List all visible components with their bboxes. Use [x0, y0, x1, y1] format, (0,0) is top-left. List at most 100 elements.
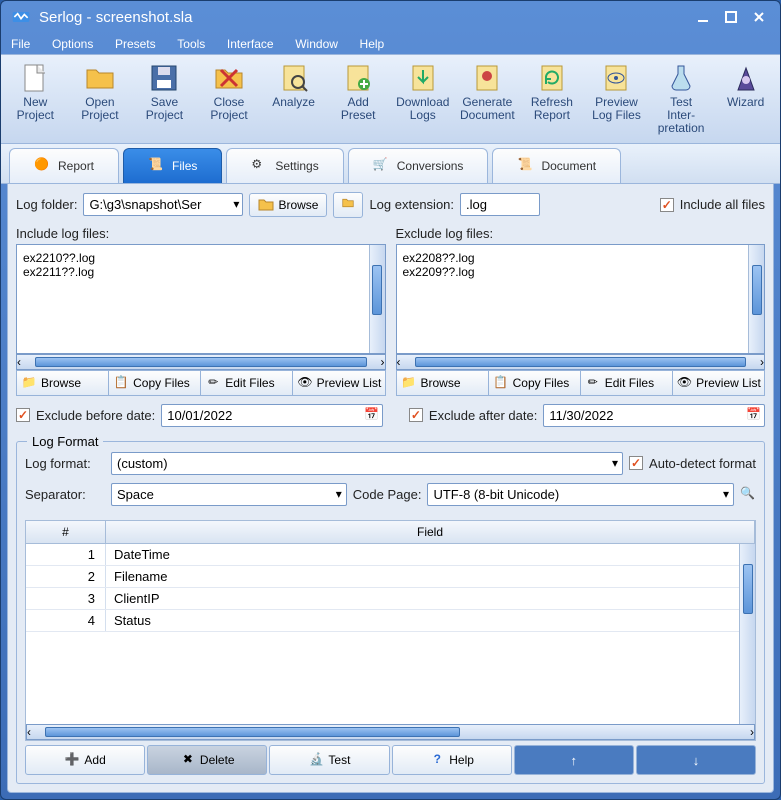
tab-files[interactable]: 📜Files	[123, 148, 222, 183]
auto-detect-checkbox[interactable]	[629, 456, 643, 470]
edit-files-icon: ✏	[205, 375, 221, 391]
list-item[interactable]: ex2210??.log	[23, 251, 379, 265]
browse-button[interactable]: 📁Browse	[16, 370, 108, 396]
menubar: File Options Presets Tools Interface Win…	[1, 33, 780, 54]
scrollbar[interactable]	[739, 544, 755, 724]
toolbar-file-new[interactable]: NewProject	[3, 59, 68, 139]
scrollbar[interactable]	[369, 245, 385, 353]
calendar-icon[interactable]: 📅	[746, 407, 761, 421]
copy-files-icon: 📋	[113, 375, 129, 391]
scrollbar[interactable]	[748, 245, 764, 353]
col-number[interactable]: #	[26, 521, 106, 543]
toolbar-wizard[interactable]: Wizard	[713, 59, 778, 139]
log-folder-input[interactable]	[83, 193, 243, 216]
scrollbar[interactable]: ‹›	[396, 354, 766, 370]
add-icon: ➕	[64, 752, 80, 768]
list-item[interactable]: ex2209??.log	[403, 265, 759, 279]
toolbar-folder-open[interactable]: OpenProject	[68, 59, 133, 139]
exclude-files-buttons: 📁Browse📋Copy Files✏Edit Files👁Preview Li…	[396, 370, 766, 396]
col-field[interactable]: Field	[106, 521, 755, 543]
menu-window[interactable]: Window	[295, 37, 338, 51]
table-row[interactable]: 4Status	[26, 610, 755, 632]
log-format-select[interactable]	[111, 452, 623, 475]
window-title: Serlog - screenshot.sla	[39, 9, 192, 26]
log-extension-label: Log extension:	[369, 197, 454, 212]
chevron-down-icon[interactable]: ▾	[336, 487, 342, 501]
delete-field-button[interactable]: ✖ Delete	[147, 745, 267, 775]
minimize-button[interactable]	[692, 8, 714, 26]
tab-conversions[interactable]: 🛒Conversions	[348, 148, 489, 183]
list-item[interactable]: ex2208??.log	[403, 251, 759, 265]
toolbar-save[interactable]: SaveProject	[132, 59, 197, 139]
separator-label: Separator:	[25, 487, 105, 502]
maximize-button[interactable]	[720, 8, 742, 26]
app-window: Serlog - screenshot.sla File Options Pre…	[0, 0, 781, 800]
tab-report[interactable]: 🟠Report	[9, 148, 119, 183]
tabbar: 🟠Report📜Files⚙Settings🛒Conversions📜Docum…	[1, 144, 780, 184]
test-icon: 🔬	[308, 752, 324, 768]
parent-folder-button[interactable]	[333, 192, 363, 218]
list-item[interactable]: ex2211??.log	[23, 265, 379, 279]
table-row[interactable]: 3ClientIP	[26, 588, 755, 610]
browse-folder-button[interactable]: Browse	[249, 193, 327, 217]
exclude-before-checkbox[interactable]	[16, 408, 30, 422]
toolbar-refresh[interactable]: RefreshReport	[520, 59, 585, 139]
toolbar-download[interactable]: DownloadLogs	[390, 59, 455, 139]
table-row[interactable]: 2Filename	[26, 566, 755, 588]
files-panel: Log folder: ▾ Browse Log extension: Incl…	[7, 184, 774, 793]
preview-list-button[interactable]: 👁Preview List	[672, 370, 765, 396]
toolbar-folder-close[interactable]: CloseProject	[197, 59, 262, 139]
separator-select[interactable]	[111, 483, 347, 506]
tab-document[interactable]: 📜Document	[492, 148, 621, 183]
edit-files-button[interactable]: ✏Edit Files	[200, 370, 292, 396]
test-icon	[665, 62, 697, 94]
folder-open-icon	[84, 62, 116, 94]
test-button[interactable]: 🔬 Test	[269, 745, 389, 775]
add-field-button[interactable]: ➕ Add	[25, 745, 145, 775]
exclude-after-checkbox[interactable]	[409, 408, 423, 422]
toolbar-generate[interactable]: GenerateDocument	[455, 59, 520, 139]
toolbar-test[interactable]: TestInter-pretation	[649, 59, 714, 139]
include-files-buttons: 📁Browse📋Copy Files✏Edit Files👁Preview Li…	[16, 370, 386, 396]
report-icon: 🟠	[34, 157, 52, 175]
exclude-files-list[interactable]: ex2208??.log ex2209??.log	[396, 244, 766, 354]
toolbar-add-preset[interactable]: AddPreset	[326, 59, 391, 139]
edit-files-button[interactable]: ✏Edit Files	[580, 370, 672, 396]
toolbar-preview[interactable]: PreviewLog Files	[584, 59, 649, 139]
scrollbar[interactable]: ‹›	[26, 724, 755, 740]
log-extension-input[interactable]	[460, 193, 540, 216]
app-icon	[11, 7, 31, 27]
log-folder-dropdown-icon[interactable]: ▾	[233, 197, 239, 211]
include-all-label: Include all files	[680, 197, 765, 212]
menu-help[interactable]: Help	[360, 37, 385, 51]
copy-files-button[interactable]: 📋Copy Files	[488, 370, 580, 396]
browse-button[interactable]: 📁Browse	[396, 370, 488, 396]
menu-interface[interactable]: Interface	[227, 37, 274, 51]
toolbar-analyze[interactable]: Analyze	[261, 59, 326, 139]
chevron-down-icon[interactable]: ▾	[612, 456, 618, 470]
include-all-checkbox[interactable]	[660, 198, 674, 212]
conversions-icon: 🛒	[373, 157, 391, 175]
chevron-down-icon[interactable]: ▾	[723, 487, 729, 501]
move-down-button[interactable]: ↓	[636, 745, 756, 775]
move-up-button[interactable]: ↑	[514, 745, 634, 775]
table-row[interactable]: 1DateTime	[26, 544, 755, 566]
codepage-select[interactable]	[427, 483, 734, 506]
settings-icon: ⚙	[251, 157, 269, 175]
menu-file[interactable]: File	[11, 37, 30, 51]
close-button[interactable]	[748, 8, 770, 26]
menu-tools[interactable]: Tools	[177, 37, 205, 51]
exclude-after-date[interactable]	[543, 404, 765, 427]
preview-list-button[interactable]: 👁Preview List	[292, 370, 385, 396]
copy-files-button[interactable]: 📋Copy Files	[108, 370, 200, 396]
calendar-icon[interactable]: 📅	[364, 407, 379, 421]
scrollbar[interactable]: ‹›	[16, 354, 386, 370]
exclude-before-date[interactable]	[161, 404, 383, 427]
tab-settings[interactable]: ⚙Settings	[226, 148, 343, 183]
help-button[interactable]: ? Help	[392, 745, 512, 775]
menu-options[interactable]: Options	[52, 37, 93, 51]
edit-files-icon: ✏	[585, 375, 601, 391]
menu-presets[interactable]: Presets	[115, 37, 156, 51]
search-icon[interactable]: 🔍	[740, 486, 756, 502]
include-files-list[interactable]: ex2210??.log ex2211??.log	[16, 244, 386, 354]
